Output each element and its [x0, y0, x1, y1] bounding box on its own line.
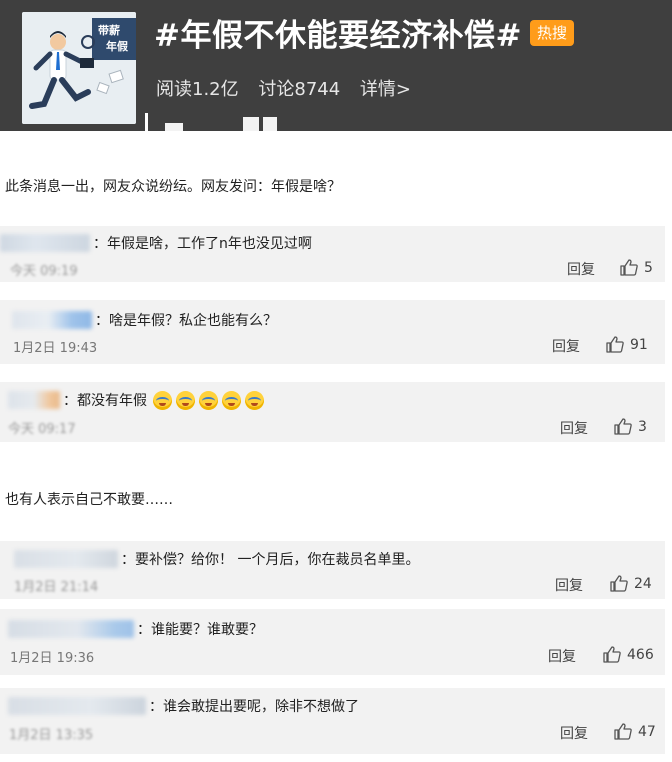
reply-button[interactable]: 回复 — [560, 723, 588, 743]
thumbs-up-icon — [603, 646, 621, 663]
thumbs-up-icon — [620, 259, 638, 276]
thumbs-up-icon — [610, 575, 628, 592]
reply-button[interactable]: 回复 — [548, 646, 576, 666]
like-button[interactable]: 91 — [606, 336, 648, 353]
comment-card: ：要补偿？给你！ 一个月后，你在裁员名单里。 1月2日 21:14 回复 24 — [0, 541, 665, 599]
comment-text: ：谁会敢提出要呢，除非不想做了 — [149, 699, 359, 715]
emoji-sweat-icon — [245, 390, 264, 410]
comment-text: ：啥是年假？私企也能有么？ — [95, 313, 277, 329]
thumbs-up-icon — [614, 418, 632, 435]
like-button[interactable]: 5 — [620, 259, 653, 276]
comment-text: ：都没有年假 — [63, 393, 147, 409]
like-count: 5 — [644, 259, 653, 276]
emoji-row — [153, 390, 268, 410]
blurred-username[interactable] — [8, 391, 60, 409]
like-button[interactable]: 3 — [614, 418, 647, 435]
like-count: 3 — [638, 418, 647, 435]
read-count: 阅读1.2亿 — [156, 79, 239, 100]
like-button[interactable]: 47 — [614, 723, 656, 740]
intro-text-1: 此条消息一出，网友众说纷纭。网友发问：年假是啥？ — [5, 179, 341, 195]
reply-button[interactable]: 回复 — [560, 418, 588, 438]
comment-time: 1月2日 19:36 — [10, 651, 95, 666]
comment-text: ：谁能要？谁敢要？ — [137, 622, 263, 638]
comment-card: ：啥是年假？私企也能有么？ 1月2日 19:43 回复 91 — [0, 300, 665, 364]
comment-time: 今天 09:19 — [10, 264, 78, 279]
blurred-username[interactable] — [14, 550, 118, 568]
comment-card: ：谁能要？谁敢要？ 1月2日 19:36 回复 466 — [0, 609, 665, 675]
blurred-username[interactable] — [8, 697, 146, 715]
comment-card: ：年假是啥，工作了n年也没见过啊 今天 09:19 回复 5 — [0, 226, 665, 282]
reply-button[interactable]: 回复 — [552, 336, 580, 356]
emoji-sweat-icon — [176, 390, 195, 410]
like-count: 91 — [630, 336, 648, 353]
comment-text: ：要补偿？给你！ 一个月后，你在裁员名单里。 — [121, 552, 420, 568]
comment-time: 今天 09:17 — [8, 422, 76, 437]
comment-text: ：年假是啥，工作了n年也没见过啊 — [93, 236, 312, 252]
comment-card: ：都没有年假 今天 09:17 回复 3 — [0, 382, 665, 442]
discussion-count: 讨论8744 — [258, 79, 341, 100]
svg-text:年假: 年假 — [106, 39, 129, 53]
thumbs-up-icon — [606, 336, 624, 353]
blurred-username[interactable] — [8, 620, 134, 638]
blurred-username[interactable] — [0, 234, 90, 252]
reply-button[interactable]: 回复 — [567, 259, 595, 279]
thumbs-up-icon — [614, 723, 632, 740]
hot-search-badge: 热搜 — [530, 20, 574, 46]
like-button[interactable]: 466 — [603, 646, 654, 663]
running-man-illustration: 带薪 年假 — [22, 12, 136, 124]
like-count: 466 — [627, 646, 654, 663]
like-count: 24 — [634, 575, 652, 592]
comment-time: 1月2日 21:14 — [14, 580, 99, 595]
comment-time: 1月2日 13:35 — [9, 728, 94, 743]
like-count: 47 — [638, 723, 656, 740]
topic-image: 带薪 年假 — [22, 12, 136, 124]
intro-text-2: 也有人表示自己不敢要…… — [5, 492, 173, 508]
reply-button[interactable]: 回复 — [555, 575, 583, 595]
emoji-sweat-icon — [222, 390, 241, 410]
blurred-username[interactable] — [12, 311, 92, 329]
comment-card: ：谁会敢提出要呢，除非不想做了 1月2日 13:35 回复 47 — [0, 688, 665, 754]
topic-stats: 阅读1.2亿 讨论8744 详情> — [156, 75, 425, 101]
emoji-sweat-icon — [199, 390, 218, 410]
details-link[interactable]: 详情> — [360, 79, 411, 100]
comment-time: 1月2日 19:43 — [13, 341, 98, 356]
topic-banner[interactable]: 带薪 年假 #年假不休能要经济补偿# 热搜 阅读1.2亿 讨论8744 详情> — [0, 0, 672, 131]
svg-text:带薪: 带薪 — [98, 23, 120, 37]
cropped-toolbar-fragment — [145, 108, 295, 131]
emoji-sweat-icon — [153, 390, 172, 410]
topic-title[interactable]: #年假不休能要经济补偿# — [154, 10, 522, 55]
like-button[interactable]: 24 — [610, 575, 652, 592]
